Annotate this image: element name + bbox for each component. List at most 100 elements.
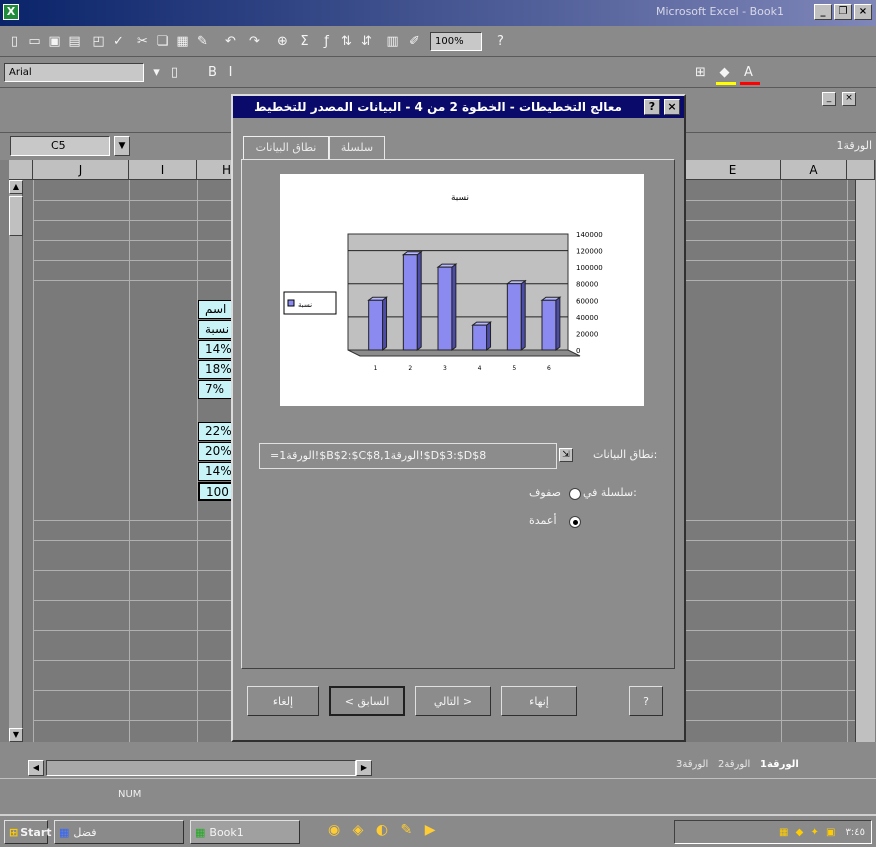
y-tick-label: 40000 [576, 314, 598, 322]
start-button[interactable]: ⊞ Start [4, 820, 52, 844]
collapse-dialog-icon[interactable]: ⇲ [559, 448, 573, 462]
scroll-up-button[interactable]: ▲ [9, 180, 23, 194]
bold-icon[interactable]: B [204, 64, 221, 81]
taskbar-book1-button[interactable]: ▦ Book1 [190, 820, 300, 844]
print-icon[interactable]: ▤ [66, 33, 83, 50]
cut-icon[interactable]: ✂ [134, 33, 151, 50]
chart-bar [402, 254, 418, 351]
windows-logo-icon: ⊞ [9, 825, 19, 839]
grid-vline [197, 180, 198, 742]
y-tick-label: 80000 [576, 281, 598, 289]
x-category-label: 3 [443, 365, 447, 372]
quicklaunch-icons[interactable]: ◉ ◈ ◐ ✎ ▶ [328, 822, 440, 838]
column-header-edge [847, 160, 875, 180]
italic-icon[interactable]: I [222, 64, 239, 81]
redo-icon[interactable]: ↷ [246, 33, 263, 50]
x-category-label: 2 [408, 365, 412, 372]
column-header-i[interactable]: I [129, 160, 197, 180]
y-tick-label: 0 [576, 347, 580, 355]
save-icon[interactable]: ▣ [46, 33, 63, 50]
close-button[interactable]: × [854, 4, 872, 20]
spelling-icon[interactable]: ✓ [110, 33, 127, 50]
windows-taskbar: ⊞ Start ▦ فضل ▦ Book1 ◉ ◈ ◐ ✎ ▶ ▦ ◆ ✦ ▣ ٣:٤… [0, 814, 876, 847]
bar-side [451, 263, 457, 351]
y-tick-label: 100000 [576, 264, 603, 272]
function-icon[interactable]: ƒ [318, 33, 335, 50]
select-all-corner[interactable] [9, 160, 33, 180]
font-name-box[interactable]: Arial [4, 63, 144, 82]
back-button[interactable]: < السابق [329, 686, 405, 716]
chart-preview: نسبة نسبة 0 20000 40000 60000 80000 100000 120… [280, 174, 644, 406]
formula-input[interactable]: الورقة1 [836, 139, 872, 152]
copy-icon[interactable]: ❏ [154, 33, 171, 50]
chart-title: نسبة [451, 193, 469, 203]
legend-swatch [287, 299, 295, 307]
tray-icons[interactable]: ▦ ◆ ✦ ▣ [779, 827, 838, 838]
data-range-input[interactable]: =الورقة1!$B$2:$C$8,الورقة1!$D$3:$D$8 [259, 443, 557, 469]
print-preview-icon[interactable]: ◰ [90, 33, 107, 50]
new-icon[interactable]: ▯ [6, 33, 23, 50]
finish-button[interactable]: إنهاء [501, 686, 577, 716]
chart-bar [437, 266, 453, 351]
font-size-icon[interactable]: ▯ [166, 64, 183, 81]
radio-columns[interactable] [569, 516, 581, 528]
bar-side [486, 321, 492, 351]
cancel-button[interactable]: إلغاء [247, 686, 319, 716]
data-range-value: =الورقة1!$B$2:$C$8,الورقة1!$D$3:$D$8 [270, 449, 487, 462]
radio-rows[interactable] [569, 488, 581, 500]
name-box[interactable]: C5 [10, 136, 110, 156]
font-color-icon[interactable]: A [740, 64, 757, 81]
chart-bar [506, 283, 522, 351]
sort-descending-icon[interactable]: ⇵ [358, 33, 375, 50]
sheet-tab-strip: ◀ ▶ الورقة3 الورقة2 الورقة1 [0, 742, 876, 778]
restore-button[interactable]: ❐ [834, 4, 852, 20]
tab-data-range[interactable]: نطاق البيانات [243, 136, 329, 160]
data-range-label: نطاق البيانات: [593, 448, 658, 461]
wizard-help-button[interactable]: ? [629, 686, 663, 716]
column-header-a[interactable]: A [781, 160, 847, 180]
sort-ascending-icon[interactable]: ⇅ [338, 33, 355, 50]
tab-scroll-left-button[interactable]: ◀ [28, 760, 44, 776]
horizontal-scrollbar[interactable] [46, 760, 356, 776]
drawing-icon[interactable]: ✐ [406, 33, 423, 50]
autosum-icon[interactable]: Σ [296, 33, 313, 50]
open-icon[interactable]: ▭ [26, 33, 43, 50]
y-tick-label: 20000 [576, 330, 598, 338]
radio-columns-label: أعمدة [529, 514, 557, 527]
hyperlink-icon[interactable]: ⊕ [274, 33, 291, 50]
help-icon[interactable]: ? [492, 33, 509, 50]
excel-screen: X Microsoft Excel - Book1 _ ❐ × ▯ ▭ ▣ ▤ … [0, 0, 876, 847]
taskbar-doc-button[interactable]: ▦ فضل [54, 820, 184, 844]
series-in-label: سلسلة في: [583, 486, 637, 499]
paste-icon[interactable]: ▦ [174, 33, 191, 50]
format-painter-icon[interactable]: ✎ [194, 33, 211, 50]
font-dropdown-icon[interactable]: ▾ [148, 64, 165, 81]
y-tick-label: 120000 [576, 248, 603, 256]
tab-series[interactable]: سلسلة [329, 136, 385, 160]
fill-color-icon[interactable]: ◆ [716, 64, 733, 81]
dialog-close-button[interactable]: × [664, 99, 680, 115]
next-button[interactable]: التالي > [415, 686, 491, 716]
tab-scroll-right-button[interactable]: ▶ [356, 760, 372, 776]
minimize-button[interactable]: _ [814, 4, 832, 20]
dialog-help-button[interactable]: ? [644, 99, 660, 115]
sheet-tab-1[interactable]: الورقة1 [760, 759, 799, 770]
grid-vline [781, 180, 782, 742]
workbook-minimize-button[interactable]: _ [822, 92, 836, 106]
scroll-down-button[interactable]: ▼ [9, 728, 23, 742]
chart-wizard-icon[interactable]: ▥ [384, 33, 401, 50]
column-header-e[interactable]: E [685, 160, 781, 180]
x-category-label: 5 [512, 365, 516, 372]
undo-icon[interactable]: ↶ [222, 33, 239, 50]
column-header-j[interactable]: J [33, 160, 129, 180]
name-box-dropdown[interactable]: ▼ [114, 136, 130, 156]
workbook-close-button[interactable]: × [842, 92, 856, 106]
sheet-tab-3[interactable]: الورقة3 [676, 759, 708, 770]
vertical-scrollbar[interactable]: ▲ ▼ [9, 180, 23, 742]
borders-icon[interactable]: ⊞ [692, 64, 709, 81]
sheet-tab-2[interactable]: الورقة2 [718, 759, 750, 770]
scroll-thumb[interactable] [9, 196, 23, 236]
zoom-box[interactable]: 100% [430, 32, 482, 51]
standard-toolbar: ▯ ▭ ▣ ▤ ◰ ✓ ✂ ❏ ▦ ✎ ↶ ↷ ⊕ Σ ƒ ⇅ ⇵ ▥ ✐ 10… [0, 26, 876, 57]
system-tray: ▦ ◆ ✦ ▣ ٣:٤٥ [674, 820, 872, 844]
